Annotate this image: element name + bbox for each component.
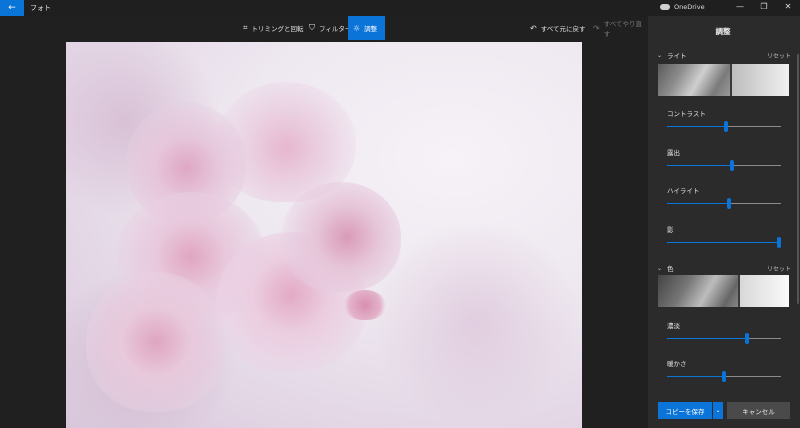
undo-all-label: すべて元に戻す bbox=[540, 25, 586, 33]
slider-label: ハイライト bbox=[667, 187, 700, 195]
color-thumbnail-bright bbox=[740, 275, 789, 307]
redo-all-label: すべてやり直す bbox=[603, 20, 642, 38]
slider-fill bbox=[667, 203, 729, 204]
slider-track[interactable] bbox=[667, 159, 781, 171]
photo-blossom bbox=[281, 182, 401, 292]
tab-crop-rotate[interactable]: ⌗ トリミングと回転 bbox=[238, 16, 309, 40]
tab-adjust[interactable]: ☼ 調整 bbox=[348, 16, 385, 40]
back-arrow-icon: ← bbox=[8, 3, 16, 13]
color-section-toggle[interactable]: ⌄ 色 bbox=[657, 263, 674, 274]
slider-label: 濃淡 bbox=[667, 322, 680, 330]
brightness-icon: ☼ bbox=[353, 23, 361, 33]
panel-title: 調整 bbox=[715, 27, 731, 36]
undo-all-button[interactable]: ↶ すべて元に戻す bbox=[525, 16, 591, 40]
undo-icon: ↶ bbox=[530, 23, 537, 33]
slider-fill bbox=[667, 241, 779, 243]
light-reset-button[interactable]: リセット bbox=[767, 51, 791, 60]
minimize-button[interactable]: — bbox=[733, 2, 747, 11]
light-section-label: ライト bbox=[667, 52, 687, 60]
slider-label: 露出 bbox=[667, 148, 680, 157]
slider-label: コントラスト bbox=[667, 110, 706, 118]
title-bar: ← フォト OneDrive — ❐ ✕ bbox=[0, 0, 800, 16]
chevron-down-icon: ⌄ bbox=[715, 407, 721, 414]
slider-label: 暖かさ bbox=[667, 360, 687, 368]
slider-fill bbox=[667, 126, 727, 127]
photo-blossom bbox=[86, 272, 226, 412]
slider-fill bbox=[667, 338, 747, 339]
redo-icon: ↷ bbox=[593, 23, 600, 33]
color-reset-button[interactable]: リセット bbox=[767, 264, 791, 273]
close-button[interactable]: ✕ bbox=[781, 2, 795, 11]
slider-thumb[interactable] bbox=[726, 198, 731, 209]
photo-bud bbox=[344, 290, 386, 320]
slider-fill bbox=[667, 376, 724, 377]
slider-fill bbox=[667, 164, 732, 166]
slider-track[interactable] bbox=[667, 236, 781, 248]
photo-preview[interactable] bbox=[66, 42, 582, 428]
cancel-button[interactable]: キャンセル bbox=[727, 402, 790, 419]
tab-adjust-label: 調整 bbox=[364, 25, 378, 33]
slider-track[interactable] bbox=[667, 121, 781, 132]
panel-scrollbar[interactable] bbox=[797, 54, 799, 304]
back-button[interactable]: ← bbox=[0, 0, 24, 16]
slider-track[interactable] bbox=[667, 333, 781, 344]
slider-thumb[interactable] bbox=[724, 121, 729, 132]
slider-thumb[interactable] bbox=[722, 371, 726, 382]
crop-icon: ⌗ bbox=[243, 23, 248, 32]
slider-label: 影 bbox=[667, 225, 674, 234]
cloud-icon bbox=[660, 4, 670, 10]
light-thumbnail-bright bbox=[732, 64, 789, 96]
color-section-label: 色 bbox=[667, 265, 674, 273]
edit-toolbar: ⌗ トリミングと回転 ⛉ フィルター ☼ 調整 ↶ すべて元に戻す ↷ すべてや… bbox=[0, 16, 648, 40]
slider-thumb[interactable] bbox=[744, 333, 749, 344]
light-thumbnail[interactable] bbox=[658, 64, 789, 96]
save-options-button[interactable]: ⌄ bbox=[713, 402, 723, 419]
slider-track[interactable] bbox=[667, 371, 781, 382]
chevron-down-icon: ⌄ bbox=[657, 264, 663, 272]
light-section-toggle[interactable]: ⌄ ライト bbox=[657, 50, 687, 61]
onedrive-status[interactable]: OneDrive bbox=[660, 3, 705, 11]
color-thumbnail[interactable] bbox=[658, 275, 789, 307]
redo-all-button[interactable]: ↷ すべてやり直す bbox=[588, 16, 648, 40]
filter-icon: ⛉ bbox=[309, 23, 315, 32]
tab-filter-label: フィルター bbox=[319, 25, 352, 33]
maximize-button[interactable]: ❐ bbox=[757, 2, 771, 11]
adjust-panel: 調整 ⌄ ライト リセット コントラスト 露出ハイライト影 ⌄ 色 リセット 濃淡… bbox=[648, 16, 800, 428]
light-thumbnail-dark bbox=[658, 64, 730, 96]
color-thumbnail-dark bbox=[658, 275, 738, 307]
slider-thumb[interactable] bbox=[776, 236, 781, 248]
photos-app: ← フォト OneDrive — ❐ ✕ ⌗ トリミングと回転 ⛉ フィルター … bbox=[0, 0, 800, 428]
save-copy-button[interactable]: コピーを保存 bbox=[658, 402, 712, 419]
slider-track[interactable] bbox=[667, 198, 781, 209]
tab-crop-label: トリミングと回転 bbox=[251, 25, 304, 33]
app-title: フォト bbox=[30, 4, 51, 12]
chevron-down-icon: ⌄ bbox=[657, 51, 663, 59]
slider-thumb[interactable] bbox=[729, 159, 734, 171]
onedrive-label: OneDrive bbox=[674, 3, 705, 11]
